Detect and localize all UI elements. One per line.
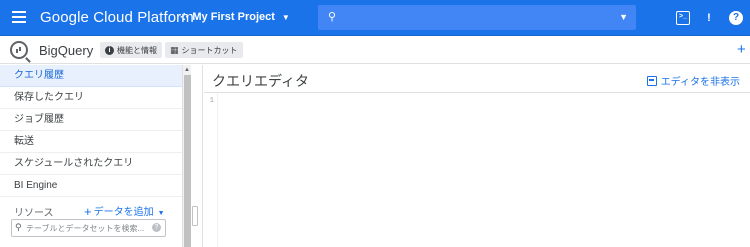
project-name: My First Project: [192, 11, 275, 23]
hide-editor-button[interactable]: エディタを非表示: [646, 73, 740, 88]
chevron-down-icon: ▼: [281, 12, 290, 22]
compose-query-plus-icon[interactable]: +: [737, 41, 746, 58]
resource-search[interactable]: ⚲ ?: [11, 219, 166, 237]
features-info-label: 機能と情報: [117, 45, 157, 55]
cloud-shell-icon[interactable]: >_: [676, 11, 690, 25]
menu-icon[interactable]: [12, 11, 26, 23]
add-data-label: データを追加: [93, 207, 154, 218]
sidebar-item-transfers[interactable]: 転送: [0, 131, 182, 153]
search-icon: ⚲: [328, 11, 337, 23]
global-search[interactable]: ⚲ ▼: [318, 5, 636, 30]
project-selector[interactable]: ⁘ My First Project ▼: [180, 11, 290, 23]
features-info-button[interactable]: i 機能と情報: [100, 42, 162, 58]
add-data-button[interactable]: + データを追加 ▼: [84, 203, 165, 219]
chevron-down-icon: ▼: [157, 210, 165, 217]
sidebar-item-saved-queries[interactable]: 保存したクエリ: [0, 87, 182, 109]
line-number: 1: [209, 97, 214, 105]
global-search-input[interactable]: [344, 8, 604, 27]
project-icon: ⁘: [180, 11, 189, 23]
collapse-editor-icon: [646, 75, 657, 86]
help-icon[interactable]: ?: [152, 223, 161, 232]
notifications-icon[interactable]: !: [702, 11, 716, 25]
plus-icon: +: [84, 204, 92, 219]
help-icon[interactable]: ?: [729, 11, 743, 25]
hide-editor-label: エディタを非表示: [660, 77, 740, 88]
resource-search-input[interactable]: [26, 221, 146, 235]
shortcuts-label: ショートカット: [181, 45, 238, 55]
sidebar-item-job-history[interactable]: ジョブ履歴: [0, 109, 182, 131]
sidebar-item-scheduled-queries[interactable]: スケジュールされたクエリ: [0, 153, 182, 175]
sidebar-item-bi-engine[interactable]: BI Engine: [0, 175, 182, 197]
sidebar: クエリ履歴 保存したクエリ ジョブ履歴 転送 スケジュールされたクエリ BI E…: [0, 65, 182, 247]
panel-splitter[interactable]: [191, 65, 203, 247]
top-navigation-bar: Google Cloud Platform ⁘ My First Project…: [0, 0, 750, 36]
search-dropdown-icon[interactable]: ▼: [619, 12, 628, 22]
editor-title: クエリエディタ: [212, 73, 310, 89]
platform-title[interactable]: Google Cloud Platform: [40, 9, 194, 26]
product-header: BigQuery i 機能と情報 ▦ ショートカット +: [0, 36, 750, 64]
resources-label: リソース: [14, 208, 54, 219]
query-editor-textarea[interactable]: [218, 93, 750, 247]
search-icon: ⚲: [15, 222, 22, 232]
shortcuts-button[interactable]: ▦ ショートカット: [165, 42, 243, 58]
editor-header: クエリエディタ エディタを非表示: [204, 65, 750, 93]
sidebar-scrollbar[interactable]: ▲: [182, 65, 191, 247]
resize-handle[interactable]: [192, 206, 198, 226]
sidebar-item-query-history[interactable]: クエリ履歴: [0, 65, 182, 87]
scroll-up-icon[interactable]: ▲: [184, 67, 190, 73]
bigquery-logo-icon: [10, 41, 28, 59]
keyboard-icon: ▦: [170, 44, 179, 55]
scrollbar-thumb[interactable]: [184, 75, 191, 247]
info-icon: i: [105, 45, 114, 55]
line-number-gutter: 1: [204, 93, 218, 247]
product-name: BigQuery: [39, 43, 94, 58]
